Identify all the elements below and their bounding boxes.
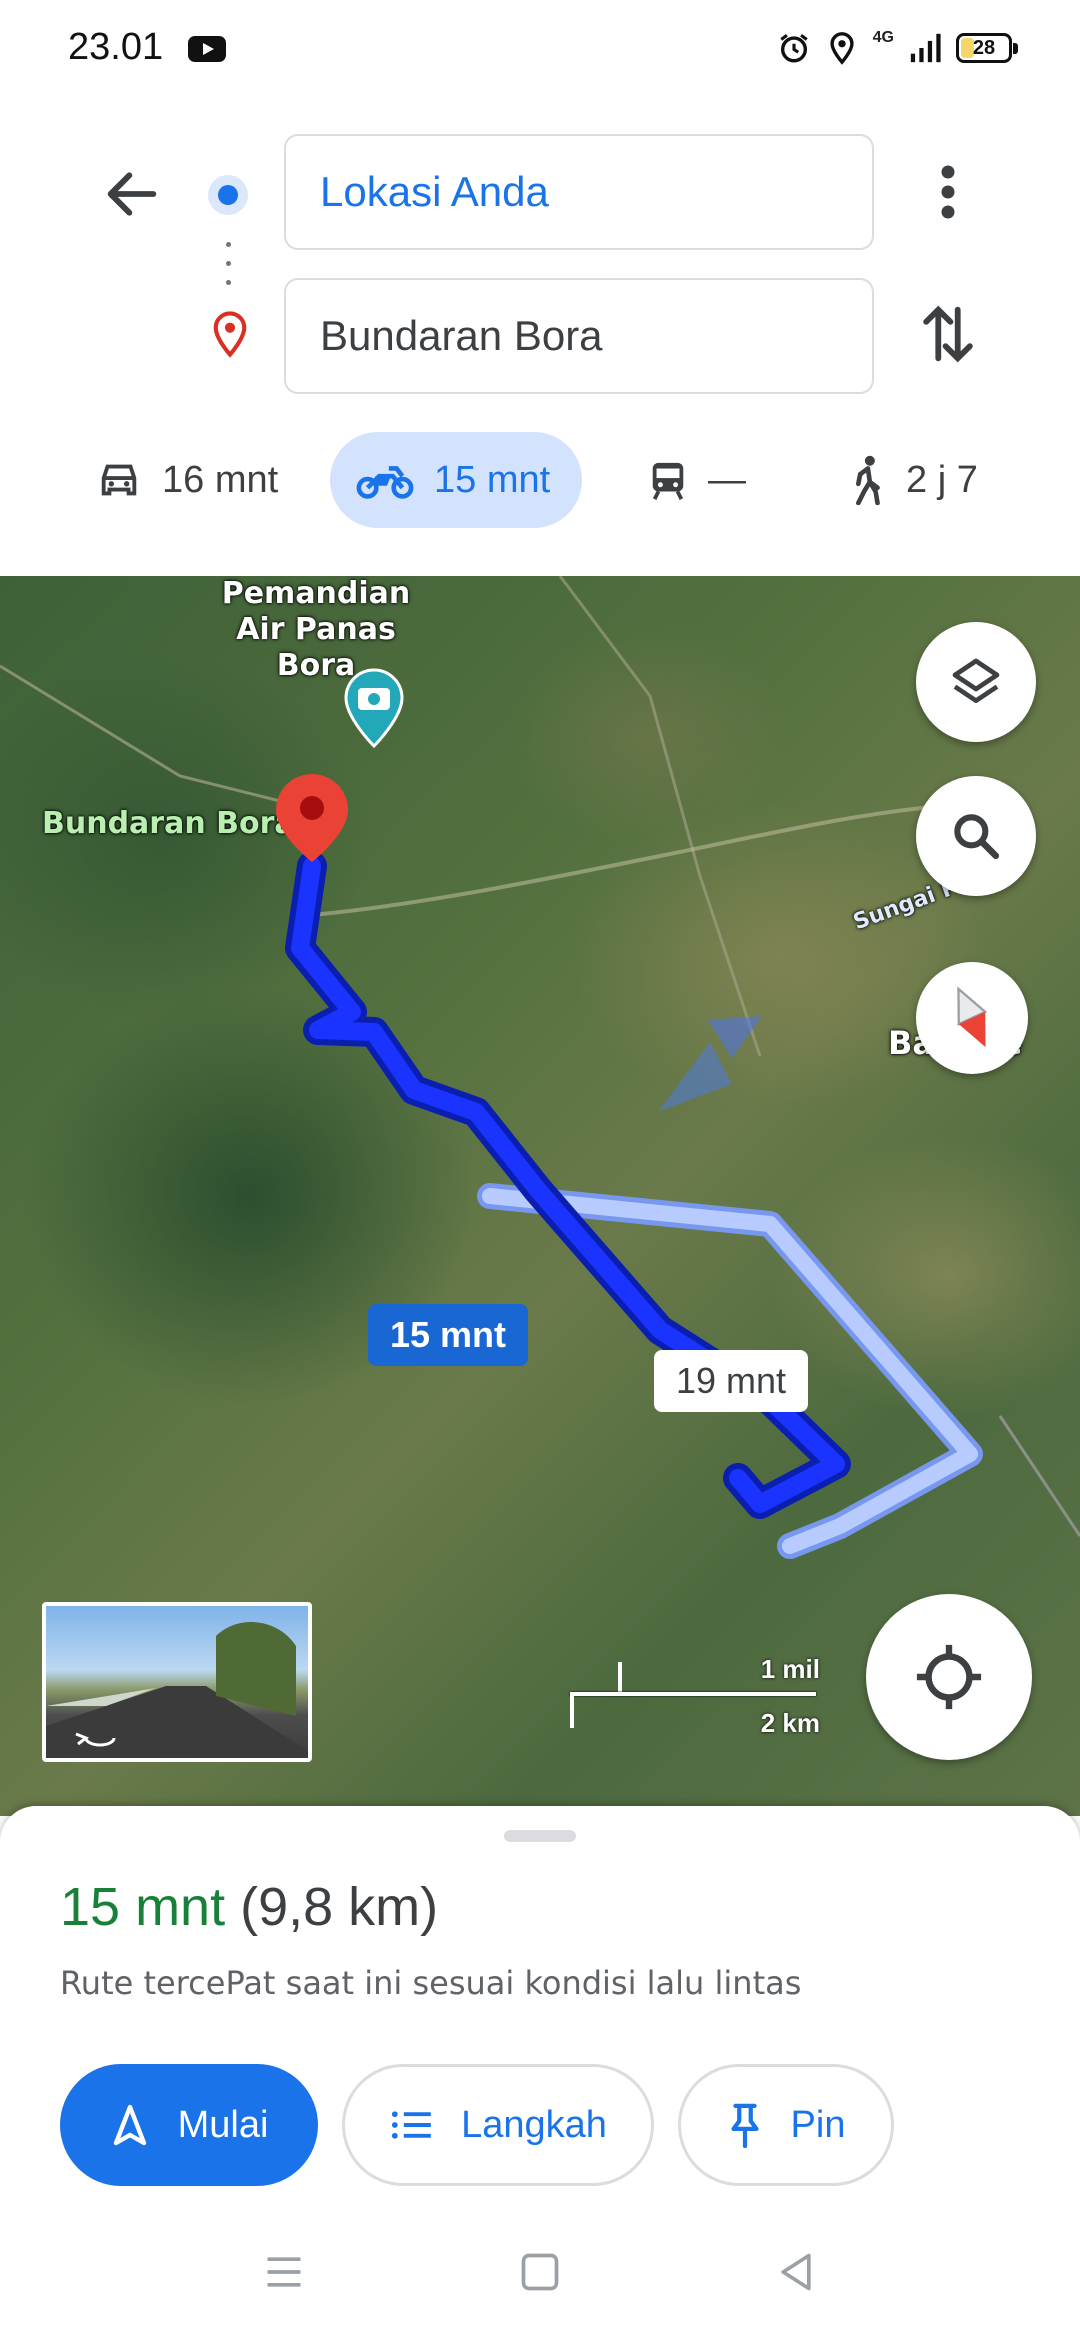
- youtube-icon: [188, 36, 226, 62]
- fastest-route-time-badge[interactable]: 15 mnt: [368, 1304, 529, 1366]
- battery-level: 28: [972, 36, 996, 59]
- steps-label: Langkah: [461, 2103, 607, 2146]
- scale-tick: [570, 1692, 574, 1728]
- scale-tick: [618, 1662, 622, 1694]
- system-nav-bar: [0, 2220, 1080, 2330]
- list-icon: [392, 2111, 431, 2139]
- back-icon[interactable]: [774, 2250, 818, 2294]
- route-description: Rute tercePat saat ini sesuai kondisi la…: [60, 1964, 802, 2002]
- destination-marker-icon[interactable]: [272, 772, 352, 868]
- scale-bar: [570, 1692, 816, 1696]
- my-location-icon: [916, 1644, 982, 1710]
- mode-motorcycle-tab[interactable]: 15 mnt: [330, 432, 582, 528]
- my-location-button[interactable]: [866, 1594, 1032, 1760]
- pin-icon: [730, 2103, 759, 2148]
- route-summary: 15 mnt (9,8 km): [60, 1876, 438, 1938]
- mode-walk-tab[interactable]: 2 j 7: [846, 432, 978, 528]
- search-icon: [954, 814, 1000, 860]
- location-icon: [830, 32, 854, 65]
- compass-button[interactable]: [916, 962, 1028, 1074]
- status-bar: 23.01 4G 28: [0, 0, 1080, 100]
- more-vert-icon[interactable]: [928, 162, 968, 222]
- swap-icon[interactable]: [918, 300, 978, 368]
- start-navigation-button[interactable]: Mulai: [60, 2064, 318, 2186]
- destination-input[interactable]: Bundaran Bora: [284, 278, 874, 394]
- alarm-icon: [779, 34, 808, 63]
- street-view-thumbnail[interactable]: [42, 1602, 312, 1762]
- route-distance: (9,8 km): [240, 1877, 439, 1937]
- recents-icon[interactable]: [262, 2250, 306, 2294]
- destination-map-label[interactable]: Bundaran Bora: [42, 806, 295, 841]
- route-time: 15 mnt: [60, 1877, 226, 1937]
- start-label: Mulai: [177, 2103, 269, 2146]
- layers-icon: [952, 658, 1000, 703]
- pin-button[interactable]: Pin: [678, 2064, 894, 2186]
- motorcycle-icon: [356, 466, 414, 499]
- origin-dot-icon: [208, 175, 248, 215]
- signal-icon: [910, 33, 941, 63]
- camera-poi-icon[interactable]: [342, 666, 406, 750]
- network-type: 4G: [872, 29, 894, 46]
- street-view-image: [46, 1622, 308, 1758]
- transit-icon: [652, 462, 684, 500]
- home-icon[interactable]: [518, 2250, 562, 2294]
- back-arrow-icon[interactable]: [100, 162, 164, 226]
- mode-transit-label: —: [708, 458, 746, 501]
- route-dots: [226, 242, 232, 286]
- status-time: 23.01: [68, 26, 164, 68]
- status-icons: 4G 28: [777, 28, 1018, 68]
- travel-mode-tabs: 16 mnt 15 mnt — 2 j 7: [0, 432, 1080, 528]
- scale-miles: 1 mil: [760, 1654, 820, 1684]
- mode-car-label: 16 mnt: [162, 458, 279, 501]
- search-along-route-button[interactable]: [916, 776, 1036, 896]
- pin-label: Pin: [790, 2103, 846, 2146]
- navigation-arrow-icon: [113, 2104, 146, 2146]
- mode-motorcycle-label: 15 mnt: [434, 458, 551, 501]
- mode-car-tab[interactable]: 16 mnt: [96, 432, 278, 528]
- destination-pin-icon: [213, 311, 247, 358]
- mode-walk-label: 2 j 7: [906, 458, 978, 501]
- car-icon: [101, 464, 137, 496]
- scale-km: 2 km: [760, 1708, 820, 1738]
- walk-icon: [856, 455, 880, 505]
- steps-button[interactable]: Langkah: [342, 2064, 654, 2186]
- map-view[interactable]: Pemandian Air Panas Bora Bundaran Bora S…: [0, 576, 1080, 1816]
- sheet-drag-handle[interactable]: [504, 1830, 576, 1842]
- mode-transit-tab[interactable]: —: [648, 432, 746, 528]
- alternate-route-time-badge[interactable]: 19 mnt: [654, 1350, 809, 1412]
- compass-icon: [957, 986, 988, 1048]
- layers-button[interactable]: [916, 622, 1036, 742]
- map-scale: 1 mil 2 km: [570, 1650, 820, 1760]
- battery-icon: 28: [956, 33, 1018, 63]
- origin-input[interactable]: Lokasi Anda: [284, 134, 874, 250]
